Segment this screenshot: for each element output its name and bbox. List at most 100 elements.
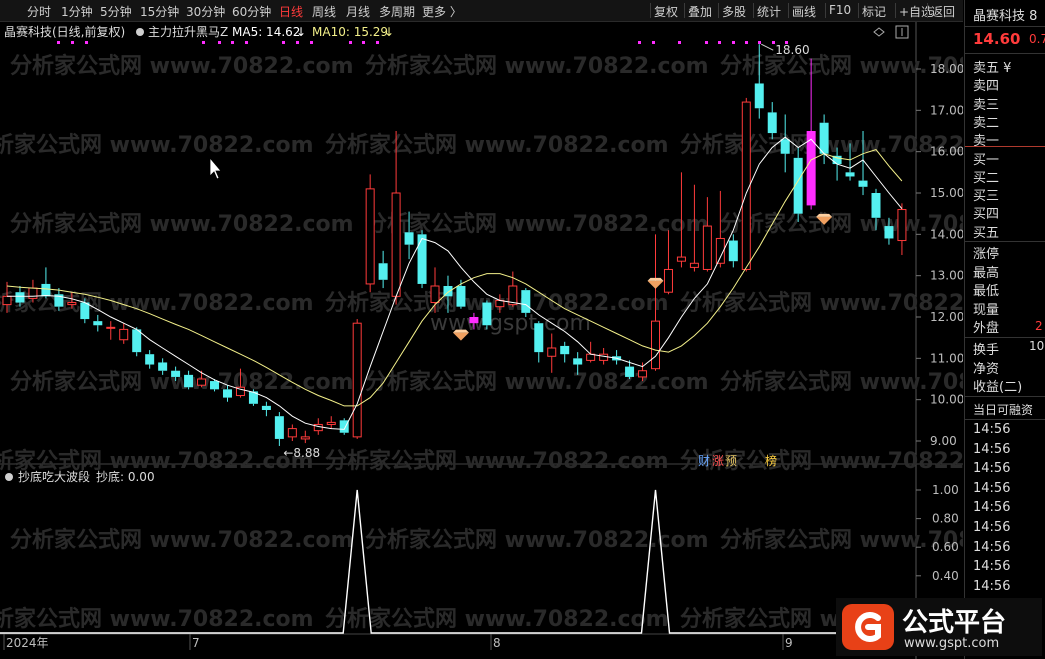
candle-56[interactable]: [728, 234, 738, 268]
logo-url: www.gspt.com: [904, 636, 1000, 651]
price-change: 0.7: [1029, 32, 1045, 46]
logo-name: 公式平台: [902, 608, 1007, 638]
signal-dot: [678, 41, 681, 44]
y-tick-label: 16.00: [930, 145, 963, 159]
candle-25[interactable]: [326, 416, 336, 429]
candle-body: [184, 374, 194, 388]
candle-62[interactable]: [806, 58, 816, 210]
last-price: 14.60: [973, 30, 1021, 48]
watermark-text: 分析家公式网 www.70822.com: [720, 53, 963, 79]
signal-dot: [758, 41, 761, 44]
candle-21[interactable]: [274, 412, 284, 446]
order-book-row-8: 买四: [973, 207, 1000, 223]
signal-dot: [85, 41, 88, 44]
candle-47[interactable]: [612, 350, 622, 365]
sub-settings-dot-icon[interactable]: [5, 473, 13, 481]
candle-body: [469, 317, 479, 324]
signal-dot: [638, 41, 641, 44]
candle-body: [482, 302, 492, 326]
signal-dot: [745, 41, 748, 44]
candle-54[interactable]: [702, 197, 712, 272]
x-tick-label: 2024年: [6, 636, 49, 650]
settings-dot-icon[interactable]: [136, 28, 144, 36]
candle-body: [780, 139, 790, 154]
candle-20[interactable]: [261, 401, 271, 417]
signal-dot: [231, 41, 234, 44]
ma5-label: MA5: 14.62: [232, 25, 300, 39]
candle-11[interactable]: [145, 350, 155, 369]
candle-body: [430, 285, 440, 304]
order-book-row-2: 卖三: [973, 97, 1000, 113]
candle-42[interactable]: [547, 333, 557, 373]
candle-body: [287, 428, 297, 438]
order-book-row-9: 买五: [973, 225, 1000, 241]
candle-27[interactable]: [352, 319, 362, 439]
signal-dot: [296, 41, 299, 44]
ma10-line: [6, 149, 903, 407]
y-tick-label: 13.00: [930, 269, 963, 283]
candle-body: [638, 370, 648, 378]
candle-28[interactable]: [365, 174, 375, 293]
watermark-text: 分析家公式网 www.70822.com: [365, 211, 709, 237]
candle-51[interactable]: [663, 230, 673, 295]
candle-body: [158, 362, 168, 371]
candle-23[interactable]: [300, 430, 310, 444]
candle-body: [80, 302, 90, 320]
candle-body: [573, 358, 583, 365]
candle-body: [534, 323, 544, 353]
y-tick-label: 14.00: [930, 227, 963, 241]
turnover-value: 10: [1029, 339, 1045, 353]
candle-3[interactable]: [41, 267, 51, 299]
signal-dot: [362, 41, 365, 44]
y-tick-label: 10.00: [930, 393, 963, 407]
candle-body: [197, 378, 207, 386]
candle-9[interactable]: [119, 323, 129, 344]
candle-29[interactable]: [378, 250, 388, 289]
candle-22[interactable]: [287, 424, 297, 441]
signal-dot: [718, 41, 721, 44]
y-tick-label: 15.00: [930, 186, 963, 200]
order-book-row-7: 买三: [973, 189, 1000, 205]
candle-57[interactable]: [741, 97, 751, 272]
candle-body: [560, 345, 570, 355]
candle-41[interactable]: [534, 321, 544, 363]
candle-body: [858, 180, 868, 187]
watermark-text: 分析家公式网 www.70822.com: [325, 448, 669, 474]
diamond-icon[interactable]: [873, 27, 885, 37]
candle-body: [93, 321, 103, 326]
signal-dot: [705, 41, 708, 44]
order-book-row-3: 卖二: [973, 115, 1000, 131]
candle-body: [274, 416, 284, 439]
watermark-text: 分析家公式网 www.70822.com: [0, 132, 314, 158]
sub-value-label: 抄底: 0.00: [96, 469, 155, 484]
x-tick-label: 9: [785, 636, 793, 650]
candle-40[interactable]: [521, 288, 531, 317]
signal-dot: [349, 41, 352, 44]
candle-7[interactable]: [93, 314, 103, 332]
y-tick-label: 17.00: [930, 103, 963, 117]
trade-time-2: 14:56: [973, 461, 1011, 477]
candle-body: [676, 256, 686, 262]
watermark-text: 分析家公式网 www.70822.com: [720, 527, 963, 553]
news-badge-0: 财: [698, 454, 710, 468]
candle-37[interactable]: [482, 300, 492, 330]
quote-stat-4: 外盘: [973, 321, 1000, 337]
candle-43[interactable]: [560, 341, 570, 363]
candle-8[interactable]: [106, 321, 116, 340]
chart-canvas[interactable]: 分析家公式网 www.70822.com 分析家公式网 www.70822.com…: [0, 0, 963, 659]
sub-indicator-name: 抄底吃大波段: [18, 469, 90, 484]
candle-body: [222, 389, 232, 398]
candle-69[interactable]: [897, 203, 907, 255]
watermark-text: 分析家公式网 www.70822.com: [365, 369, 709, 395]
news-badge-3: 榜: [765, 453, 777, 468]
candle-60[interactable]: [780, 114, 790, 173]
trade-time-4: 14:56: [973, 500, 1011, 516]
ma10-arrow: ↓: [384, 25, 394, 39]
candle-body: [599, 353, 609, 361]
candle-body: [767, 112, 777, 134]
indicator-name: 主力拉升黑马Z: [148, 24, 228, 39]
candle-body: [391, 192, 401, 297]
candle-body: [417, 234, 427, 284]
outer-value: 2: [1035, 319, 1043, 333]
candle-26[interactable]: [339, 418, 349, 435]
